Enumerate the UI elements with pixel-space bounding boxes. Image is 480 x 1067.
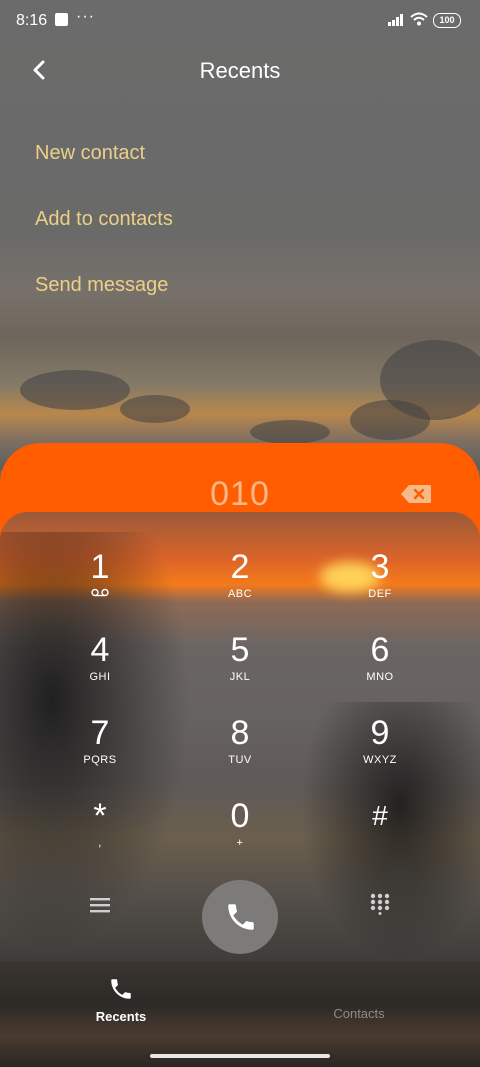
battery-icon: 100: [433, 13, 461, 28]
key-0[interactable]: 0 +: [170, 797, 310, 875]
page-title: Recents: [199, 58, 281, 83]
key-digit: 1: [90, 548, 110, 586]
key-digit: 9: [370, 714, 390, 752]
key-digit: 4: [90, 631, 110, 669]
key-digit: 0: [230, 797, 250, 835]
key-letters: JKL: [229, 671, 251, 683]
more-notifications-icon: ···: [76, 8, 95, 25]
key-7[interactable]: 7 PQRS: [30, 714, 170, 792]
notification-icon: [55, 13, 68, 26]
key-letters: TUV: [228, 754, 252, 766]
tab-label: Recents: [95, 1009, 147, 1024]
key-letters: MNO: [366, 671, 394, 683]
key-digit: 8: [230, 714, 250, 752]
key-4[interactable]: 4 GHI: [30, 631, 170, 709]
key-9[interactable]: 9 WXYZ: [310, 714, 450, 792]
tab-contacts[interactable]: Contacts: [318, 976, 400, 1021]
add-to-contacts-option[interactable]: Add to contacts: [35, 208, 173, 231]
key-letters: WXYZ: [363, 754, 397, 766]
key-letters: PQRS: [83, 754, 117, 766]
key-letters: DEF: [368, 588, 392, 600]
menu-icon[interactable]: [88, 894, 112, 916]
wifi-icon: [410, 12, 428, 26]
call-button[interactable]: [202, 880, 278, 954]
key-2[interactable]: 2 ABC: [170, 548, 310, 626]
key-letters: ABC: [227, 588, 253, 600]
key-star[interactable]: * ,: [30, 797, 170, 875]
tab-label: Contacts: [333, 1006, 385, 1021]
key-8[interactable]: 8 TUV: [170, 714, 310, 792]
key-1[interactable]: 1: [30, 548, 170, 626]
backspace-icon[interactable]: [400, 484, 432, 504]
key-6[interactable]: 6 MNO: [310, 631, 450, 709]
key-digit: 7: [90, 714, 110, 752]
status-time: 8:16: [16, 12, 48, 29]
voicemail-icon: [30, 588, 170, 600]
key-digit: 6: [370, 631, 390, 669]
key-digit: 3: [370, 548, 390, 586]
key-hash[interactable]: #: [310, 797, 450, 875]
key-letters: ,: [98, 837, 102, 849]
dialpad-icon[interactable]: [369, 893, 391, 915]
key-3[interactable]: 3 DEF: [310, 548, 450, 626]
phone-icon: [228, 904, 254, 930]
key-digit: 2: [230, 548, 250, 586]
app-header: Recents: [0, 50, 480, 90]
key-digit: #: [372, 800, 388, 831]
key-letters: GHI: [89, 671, 111, 683]
phone-icon: [111, 979, 131, 999]
tab-recents[interactable]: Recents: [80, 976, 162, 1024]
key-5[interactable]: 5 JKL: [170, 631, 310, 709]
send-message-option[interactable]: Send message: [35, 274, 168, 297]
signal-icon: [388, 14, 403, 26]
key-digit: *: [93, 797, 107, 835]
status-bar: 8:16 ··· 100: [0, 0, 480, 44]
new-contact-option[interactable]: New contact: [35, 142, 145, 165]
bottom-nav: Recents Contacts: [0, 962, 480, 1067]
key-letters: +: [236, 837, 244, 849]
home-indicator[interactable]: [150, 1054, 330, 1058]
key-digit: 5: [230, 631, 250, 669]
